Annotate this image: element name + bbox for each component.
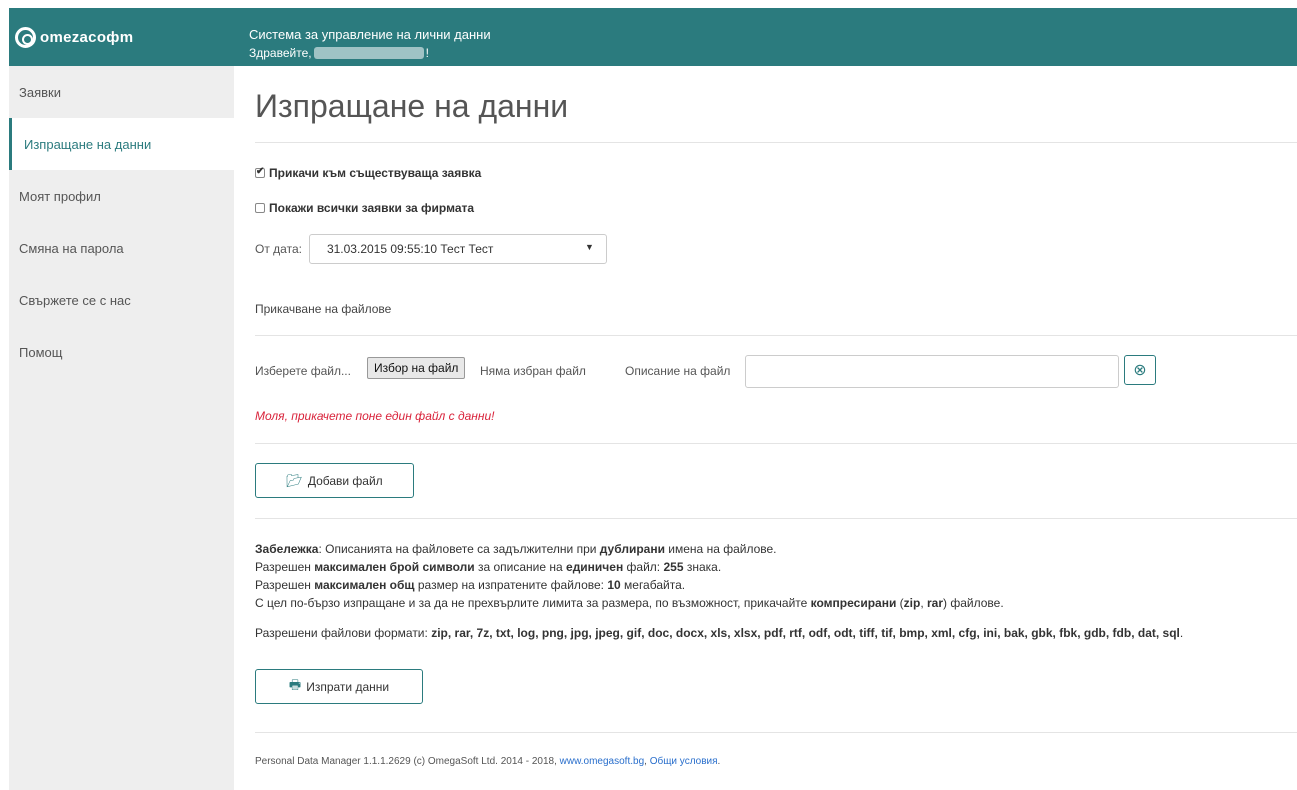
system-title: Система за управление на лични данни [249,27,491,42]
sidebar-item-help[interactable]: Помощ [9,326,234,378]
close-circle-icon: ⊗ [1133,362,1147,379]
sidebar-item-send-data[interactable]: Изпращане на данни [9,118,234,170]
allowed-formats: Разрешени файлови формати: zip, rar, 7z,… [255,626,1184,640]
divider [255,518,1297,519]
remove-file-button[interactable]: ⊗ [1124,355,1156,385]
greeting-prefix: Здравейте, [249,46,312,60]
attach-existing-checkbox-row[interactable]: Прикачи към съществуваща заявка [255,166,481,180]
file-row: Изберете файл... Избор на файл Няма избр… [255,355,1297,389]
footer: Personal Data Manager 1.1.1.2629 (c) Ome… [255,756,721,767]
logo-text: omezacoфm [40,28,134,46]
send-icon: 🖶︎ [288,676,302,692]
greeting: Здравейте, ! [249,46,429,60]
note-line-1: Забележка: Описанията на файловете са за… [255,542,777,556]
sidebar-item-label: Свържете се с нас [19,292,131,308]
attach-files-label: Прикачване на файлове [255,302,392,316]
sidebar-item-label: Смяна на парола [19,240,124,256]
note-line-4: С цел по-бързо изпращане и за да не прех… [255,596,1004,610]
sidebar: Заявки Изпращане на данни Моят профил См… [9,66,234,790]
file-description-label: Описание на файл [625,364,731,378]
from-date-row: От дата: 31.03.2015 09:55:10 Тест Тест ▼ [255,234,607,264]
file-description-input[interactable] [745,355,1119,388]
greeting-suffix: ! [425,46,429,60]
add-file-button[interactable]: 📂︎ Добави файл [255,463,414,498]
terms-link[interactable]: Общи условия [650,756,718,767]
add-file-label: Добави файл [307,473,383,488]
attach-existing-checkbox[interactable] [255,166,265,178]
sidebar-item-label: Моят профил [19,188,101,204]
divider [255,142,1297,143]
sidebar-item-label: Помощ [19,344,63,360]
omegasoft-link[interactable]: www.omegasoft.bg [560,756,645,767]
note-line-2: Разрешен максимален брой символи за опис… [255,560,722,574]
no-file-label: Няма избран файл [480,364,586,378]
blurred-user-name [313,47,424,59]
file-add-icon: 📂︎ [286,472,303,488]
show-all-label: Покажи всички заявки за фирмата [269,201,475,215]
top-bar: omezacoфm Система за управление на лични… [9,8,1297,66]
from-date-label: От дата: [255,242,302,256]
sidebar-item-requests[interactable]: Заявки [9,66,234,118]
page-title: Изпращане на данни [255,88,569,124]
sidebar-item-label: Изпращане на данни [24,136,152,152]
logo[interactable]: omezacoфm [9,8,234,66]
sidebar-item-label: Заявки [19,84,61,100]
choose-file-label: Изберете файл... [255,364,351,378]
from-date-value: 31.03.2015 09:55:10 Тест Тест [326,242,494,256]
show-all-checkbox-row[interactable]: Покажи всички заявки за фирмата [255,201,474,215]
send-data-label: Изпрати данни [306,679,390,694]
sidebar-item-contact-us[interactable]: Свържете се с нас [9,274,234,326]
divider [255,732,1297,733]
divider [255,443,1297,444]
choose-file-button[interactable]: Избор на файл [367,357,466,379]
sidebar-item-my-profile[interactable]: Моят профил [9,170,234,222]
from-date-select[interactable]: 31.03.2015 09:55:10 Тест Тест ▼ [308,234,607,264]
error-message: Моля, прикачете поне един файл с данни! [255,409,495,423]
sidebar-item-change-password[interactable]: Смяна на парола [9,222,234,274]
show-all-checkbox[interactable] [255,203,265,213]
note-line-3: Разрешен максимален общ размер на изпрат… [255,578,686,592]
logo-icon [15,26,36,48]
chevron-down-icon: ▼ [585,242,594,252]
attach-existing-label: Прикачи към съществуваща заявка [269,166,482,180]
divider [255,335,1297,336]
notes: Забележка: Описанията на файловете са за… [255,540,1297,612]
send-data-button[interactable]: 🖶︎ Изпрати данни [255,669,423,704]
